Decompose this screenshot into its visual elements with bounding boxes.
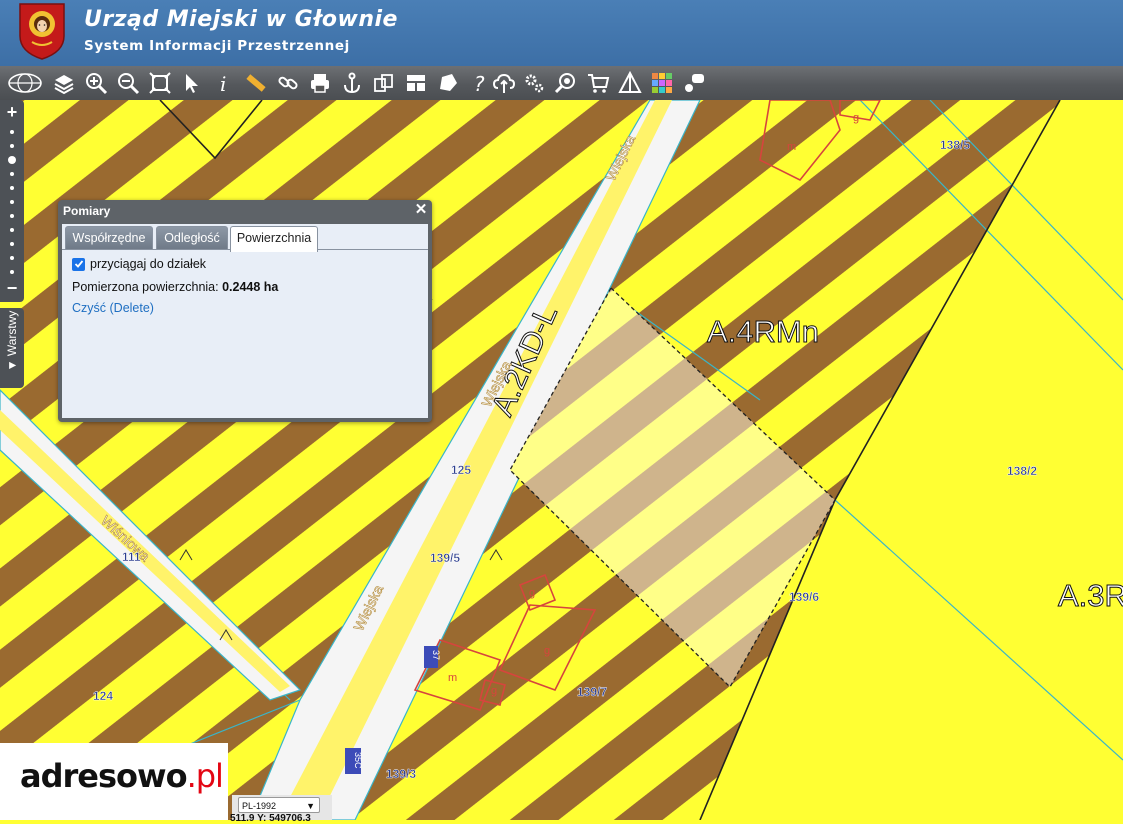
zoom-extent-icon[interactable] xyxy=(146,69,174,97)
chevron-down-icon: ▼ xyxy=(306,801,315,811)
zoom-level-tick[interactable] xyxy=(10,144,14,148)
crs-select[interactable]: PL-1992 ▼ xyxy=(238,797,320,813)
main-toolbar: i ? xyxy=(0,66,1123,101)
parcel-label: 138/2 xyxy=(1007,464,1037,478)
zoom-level-tick[interactable] xyxy=(10,256,14,260)
tab-area[interactable]: Powierzchnia xyxy=(230,226,318,252)
shape-icon[interactable] xyxy=(434,69,462,97)
parcel-label: 139/5 xyxy=(430,551,460,565)
parcel-label: 111 xyxy=(122,550,141,564)
tab-distance[interactable]: Odległość xyxy=(156,226,228,249)
snap-option[interactable]: przyciągaj do działek xyxy=(72,257,206,271)
search-map-icon[interactable] xyxy=(552,69,580,97)
print-icon[interactable] xyxy=(306,69,334,97)
clear-link[interactable]: Czyść (Delete) xyxy=(72,301,154,315)
compare-icon[interactable] xyxy=(370,69,398,97)
snap-label: przyciągaj do działek xyxy=(90,257,207,271)
city-crest-logo xyxy=(19,3,65,60)
house-number: 35C xyxy=(353,752,363,769)
zoom-level-tick[interactable] xyxy=(10,214,14,218)
chat-icon[interactable] xyxy=(680,69,708,97)
building-label: g xyxy=(853,112,859,124)
measurement-dialog: Pomiary ✕ Współrzędne Odległość Powierzc… xyxy=(58,200,432,422)
zoom-level-tick[interactable] xyxy=(10,186,14,190)
zone-label: A.3R xyxy=(1058,578,1123,613)
zoom-level-tick[interactable] xyxy=(10,200,14,204)
cloud-upload-icon[interactable] xyxy=(490,69,518,97)
layout-icon[interactable] xyxy=(402,69,430,97)
zoom-level-tick[interactable] xyxy=(10,130,14,134)
app-title: Urząd Miejski w Głownie xyxy=(84,7,398,32)
zoom-out-icon[interactable] xyxy=(114,69,142,97)
parcel-label: 139/7 xyxy=(577,685,607,699)
zoom-level-tick[interactable] xyxy=(10,172,14,176)
svg-text:?: ? xyxy=(474,72,485,95)
zoom-level-tick[interactable] xyxy=(10,270,14,274)
app-subtitle: System Informacji Przestrzennej xyxy=(84,38,350,54)
parcel-label: 125 xyxy=(451,463,471,477)
triangle-icon[interactable] xyxy=(616,69,644,97)
app-header: Urząd Miejski w Głownie System Informacj… xyxy=(0,0,1123,66)
svg-text:i: i xyxy=(220,72,226,95)
parcel-label: 124 xyxy=(93,689,113,703)
parcel-label: 138/5 xyxy=(940,138,970,152)
anchor-icon[interactable] xyxy=(338,69,366,97)
snap-checkbox[interactable] xyxy=(72,257,85,271)
layers-panel-tab[interactable]: ▼ Warstwy xyxy=(0,308,24,388)
zoom-in-icon[interactable] xyxy=(82,69,110,97)
result-value: 0.2448 ha xyxy=(222,280,279,294)
building-label: m xyxy=(787,141,796,153)
close-icon[interactable]: ✕ xyxy=(414,202,428,217)
result-label: Pomierzona powierzchnia: xyxy=(72,280,219,294)
zone-label: A.4RMn xyxy=(707,314,819,349)
layers-icon[interactable] xyxy=(50,69,78,97)
tab-coordinates[interactable]: Współrzędne xyxy=(65,226,153,249)
building-label: g xyxy=(544,645,550,657)
parcel-label: 139/6 xyxy=(789,590,819,604)
dialog-title: Pomiary xyxy=(63,204,111,218)
zoom-level-tick[interactable] xyxy=(10,242,14,246)
zoom-level-tick[interactable] xyxy=(10,228,14,232)
cart-icon[interactable] xyxy=(584,69,612,97)
coordinates-readout: 511.9 Y: 549706.3 xyxy=(230,813,311,824)
globe-icon[interactable] xyxy=(5,69,45,97)
link-icon[interactable] xyxy=(274,69,302,97)
building-label: m xyxy=(448,672,457,684)
parcel-label: 139/3 xyxy=(386,767,416,781)
building-label: g xyxy=(491,685,497,697)
brand-watermark: adresowo.pl xyxy=(0,743,228,820)
house-number: 37 xyxy=(431,650,441,660)
info-icon[interactable]: i xyxy=(210,69,238,97)
pointer-icon[interactable] xyxy=(178,69,206,97)
zoom-in-button[interactable]: + xyxy=(0,102,24,123)
grid-colors-icon[interactable] xyxy=(648,69,676,97)
dialog-body: Współrzędne Odległość Powierzchnia przyc… xyxy=(62,224,428,418)
layers-tab-label: ▼ Warstwy xyxy=(5,310,19,372)
measurement-result: Pomierzona powierzchnia: 0.2448 ha xyxy=(72,280,278,294)
zoom-slider-handle[interactable] xyxy=(8,156,16,164)
brand-logo: adresowo.pl xyxy=(20,757,224,795)
zoom-slider[interactable]: + − xyxy=(0,100,24,302)
building-label: g xyxy=(529,587,535,599)
settings-icon[interactable] xyxy=(520,69,548,97)
ruler-icon[interactable] xyxy=(242,69,270,97)
zoom-out-button[interactable]: − xyxy=(0,278,24,299)
